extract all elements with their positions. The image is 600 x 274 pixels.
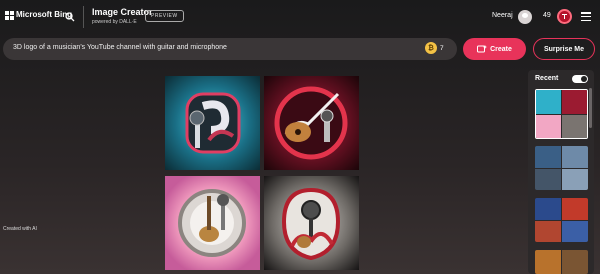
- create-sparkle-icon: [477, 45, 488, 53]
- recent-item[interactable]: [535, 89, 588, 139]
- boost-indicator[interactable]: ₿ 7: [425, 42, 444, 54]
- microsoft-logo-icon[interactable]: [5, 11, 14, 20]
- prompt-text[interactable]: 3D logo of a musician's YouTube channel …: [13, 44, 227, 51]
- user-avatar-icon[interactable]: [518, 10, 532, 24]
- reward-count[interactable]: 49: [543, 12, 551, 19]
- product-subtitle: powered by DALL·E: [92, 19, 137, 25]
- recent-scrollbar[interactable]: [589, 88, 592, 128]
- top-bar: Microsoft Bing Image Creator powered by …: [0, 0, 600, 34]
- result-image-2[interactable]: [264, 76, 359, 170]
- search-icon[interactable]: [62, 9, 78, 25]
- menu-icon[interactable]: [581, 12, 591, 21]
- recent-item[interactable]: [535, 250, 588, 274]
- user-name[interactable]: Neeraj: [492, 12, 513, 19]
- reward-icon[interactable]: [557, 9, 572, 24]
- product-title[interactable]: Image Creator: [92, 7, 153, 17]
- preview-badge: PREVIEW: [145, 10, 184, 22]
- result-image-1[interactable]: [165, 76, 260, 170]
- divider: [83, 6, 84, 28]
- recent-item[interactable]: [535, 198, 588, 242]
- result-image-4[interactable]: [264, 176, 359, 270]
- recent-panel: Recent: [528, 70, 594, 274]
- surprise-label: Surprise Me: [543, 45, 585, 53]
- created-with-ai-label: Created with AI: [3, 226, 37, 232]
- boost-coin-icon: ₿: [425, 42, 437, 54]
- recent-item[interactable]: [535, 146, 588, 190]
- result-image-3[interactable]: [165, 176, 260, 270]
- recent-title: Recent: [535, 75, 559, 82]
- prompt-input[interactable]: 3D logo of a musician's YouTube channel …: [3, 38, 457, 60]
- surprise-me-button[interactable]: Surprise Me: [533, 38, 595, 60]
- create-button[interactable]: Create: [463, 38, 526, 60]
- create-label: Create: [490, 45, 512, 53]
- boost-count: 7: [440, 44, 444, 52]
- recent-toggle[interactable]: [572, 75, 588, 83]
